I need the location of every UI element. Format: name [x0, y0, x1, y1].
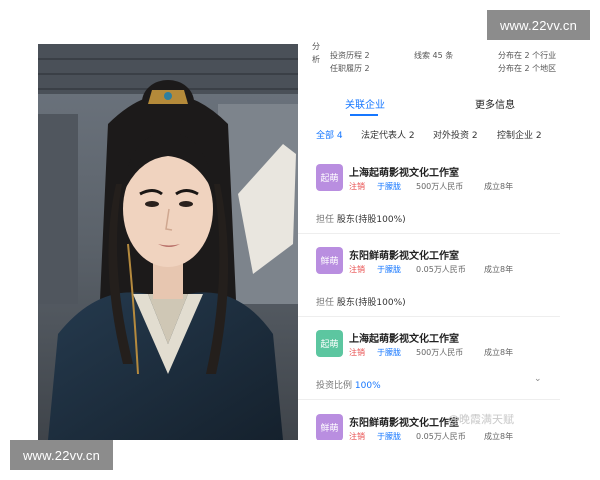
investment-history-stat[interactable]: 投资历程 2	[330, 50, 370, 61]
divider	[298, 233, 560, 234]
portrait-illustration	[38, 44, 298, 440]
filter-external-investment[interactable]: 对外投资 2	[433, 128, 478, 141]
company-name[interactable]: 东阳鲜萌影视文化工作室	[349, 414, 459, 429]
company-card[interactable]: 鲜萌 东阳鲜萌影视文化工作室 注销 于朦胧 0.05万人民币 成立8年	[316, 247, 556, 277]
status-badge: 注销	[349, 348, 365, 357]
company-logo: 起萌	[316, 164, 343, 191]
founded-age: 成立8年	[484, 182, 514, 191]
registered-capital: 500万人民币	[416, 348, 464, 357]
divider	[298, 399, 560, 400]
filter-controlled-companies[interactable]: 控制企业 2	[497, 128, 542, 141]
chevron-down-icon[interactable]: ⌄	[534, 374, 542, 384]
portrait-photo	[38, 44, 298, 440]
founded-age: 成立8年	[484, 348, 514, 357]
registered-capital: 500万人民币	[416, 182, 464, 191]
tab-related-companies[interactable]: 关联企业	[345, 96, 385, 111]
analysis-side-label: 分析	[312, 42, 320, 64]
investment-ratio-label: 投资比例	[316, 381, 353, 391]
company-name[interactable]: 上海起萌影视文化工作室	[349, 330, 459, 345]
status-badge: 注销	[349, 432, 365, 440]
filter-legal-representative[interactable]: 法定代表人 2	[361, 128, 415, 141]
company-logo: 起萌	[316, 330, 343, 357]
founded-age: 成立8年	[484, 432, 514, 440]
role-row: 担任 股东(持股100%)	[316, 212, 406, 225]
site-watermark-bottom: www.22vv.cn	[10, 440, 113, 470]
founded-age: 成立8年	[484, 265, 514, 274]
active-tab-indicator	[350, 114, 378, 116]
company-info-panel: 分析 投资历程 2 线索 45 条 分布在 2 个行业 任职履历 2 分布在 2…	[298, 38, 560, 440]
site-watermark-top: www.22vv.cn	[487, 10, 590, 40]
filter-all[interactable]: 全部 4	[316, 128, 343, 141]
legal-person-link[interactable]: 于朦胧	[377, 347, 401, 358]
legal-person-link[interactable]: 于朦胧	[377, 264, 401, 275]
company-card[interactable]: 起萌 上海起萌影视文化工作室 注销 于朦胧 500万人民币 成立8年	[316, 330, 556, 360]
registered-capital: 0.05万人民币	[416, 265, 466, 274]
regions-stat[interactable]: 分布在 2 个地区	[498, 63, 556, 74]
company-name[interactable]: 东阳鲜萌影视文化工作室	[349, 247, 459, 262]
status-badge: 注销	[349, 265, 365, 274]
role-label: 担任	[316, 215, 335, 225]
weibo-watermark: @晚霞满天赋	[448, 413, 514, 426]
role-value: 股东(持股100%)	[336, 215, 406, 225]
role-row: 担任 股东(持股100%)	[316, 295, 406, 308]
status-badge: 注销	[349, 182, 365, 191]
clues-stat[interactable]: 线索 45 条	[414, 50, 453, 61]
role-label: 担任	[316, 298, 335, 308]
role-value: 股东(持股100%)	[336, 298, 406, 308]
investment-ratio-value: 100%	[354, 381, 381, 391]
company-card[interactable]: 鲜萌 东阳鲜萌影视文化工作室 注销 于朦胧 0.05万人民币 成立8年	[316, 414, 556, 440]
positions-held-stat[interactable]: 任职履历 2	[330, 63, 370, 74]
company-logo: 鲜萌	[316, 247, 343, 274]
investment-ratio-row[interactable]: 投资比例 100%	[316, 378, 381, 391]
legal-person-link[interactable]: 于朦胧	[377, 431, 401, 440]
company-name[interactable]: 上海起萌影视文化工作室	[349, 164, 459, 179]
divider	[298, 316, 560, 317]
legal-person-link[interactable]: 于朦胧	[377, 181, 401, 192]
company-card[interactable]: 起萌 上海起萌影视文化工作室 注销 于朦胧 500万人民币 成立8年	[316, 164, 556, 194]
company-logo: 鲜萌	[316, 414, 343, 440]
industries-stat[interactable]: 分布在 2 个行业	[498, 50, 556, 61]
tab-more-info[interactable]: 更多信息	[475, 96, 515, 111]
registered-capital: 0.05万人民币	[416, 432, 466, 440]
